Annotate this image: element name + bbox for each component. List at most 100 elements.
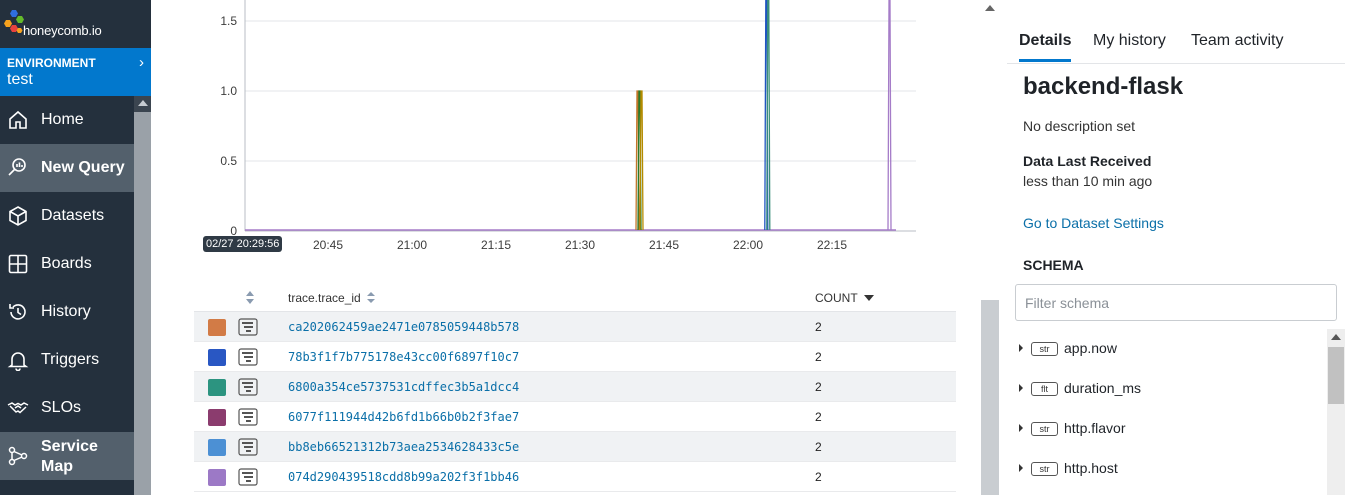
app-root: honeycomb.io ENVIRONMENT test › Home New… xyxy=(0,0,1359,495)
column-header-trace-id[interactable]: trace.trace_id xyxy=(288,291,376,305)
schema-scrollbar[interactable] xyxy=(1327,329,1345,495)
x-tick-label: 21:00 xyxy=(397,238,428,252)
tab-details[interactable]: Details xyxy=(1019,32,1072,62)
count-value: 2 xyxy=(815,440,822,454)
query-icon xyxy=(8,158,26,176)
tab-my-history[interactable]: My history xyxy=(1093,32,1166,50)
series-spike[interactable] xyxy=(766,0,771,231)
nav-item-slos[interactable]: SLOs xyxy=(0,384,134,432)
schema-field-list: str app.now flt duration_ms str http.flavor st… xyxy=(1015,329,1327,495)
trace-waterfall-icon[interactable] xyxy=(238,408,258,426)
count-value: 2 xyxy=(815,320,822,334)
dataset-name: backend-flask xyxy=(1023,73,1184,100)
nav-label-service-map: Service Map xyxy=(41,438,98,475)
trace-id-link[interactable]: bb8eb66521312b73aea2534628433c5e xyxy=(288,440,519,454)
series-color-swatch[interactable] xyxy=(208,379,226,396)
column-header-count-label: COUNT xyxy=(815,291,858,305)
trace-waterfall-icon[interactable] xyxy=(238,468,258,486)
environment-value: test xyxy=(7,71,33,88)
main-scrollbar[interactable] xyxy=(981,0,999,495)
field-name: http.host xyxy=(1064,460,1118,476)
service-map-icon xyxy=(8,446,28,466)
series-spike[interactable] xyxy=(887,0,892,231)
chart-start-time-badge: 02/27 20:29:56 xyxy=(203,236,283,252)
nav-label-history: History xyxy=(41,303,91,320)
nav-item-new-query[interactable]: New Query xyxy=(0,144,134,192)
environment-label: ENVIRONMENT xyxy=(7,56,96,70)
chevron-right-icon: › xyxy=(139,54,144,71)
expand-caret-icon[interactable] xyxy=(1019,424,1023,432)
environment-selector[interactable]: ENVIRONMENT test › xyxy=(0,48,151,96)
trace-id-link[interactable]: ca202062459ae2471e0785059448b578 xyxy=(288,320,519,334)
expand-caret-icon[interactable] xyxy=(1019,464,1023,472)
trace-id-link[interactable]: 6800a354ce5737531cdffec3b5a1dcc4 xyxy=(288,380,519,394)
x-tick-label: 21:30 xyxy=(565,238,596,252)
expand-caret-icon[interactable] xyxy=(1019,344,1023,352)
nav-scrollbar[interactable] xyxy=(134,96,151,495)
sort-icon xyxy=(367,292,376,303)
schema-field[interactable]: str http.flavor xyxy=(1015,409,1327,449)
dataset-description: No description set xyxy=(1023,118,1136,134)
table-body: ca202062459ae2471e0785059448b578 2 78b3f1f… xyxy=(194,312,956,492)
schema-scroll-thumb[interactable] xyxy=(1328,347,1344,404)
scroll-up-icon[interactable] xyxy=(1331,334,1341,340)
y-tick-label: 1.5 xyxy=(220,14,237,28)
nav-label-slos: SLOs xyxy=(41,399,82,416)
brand[interactable]: honeycomb.io xyxy=(0,0,151,48)
nav-item-triggers[interactable]: Triggers xyxy=(0,336,134,384)
scroll-up-icon[interactable] xyxy=(138,100,148,106)
trace-id-link[interactable]: 6077f111944d42b6fd1b66b0b2f3fae7 xyxy=(288,410,519,424)
nav-item-boards[interactable]: Boards xyxy=(0,240,134,288)
schema-field[interactable]: str app.now xyxy=(1015,329,1327,369)
sort-descending-icon xyxy=(863,295,874,301)
trace-id-link[interactable]: 074d290439518cdd8b99a202f3f1bb46 xyxy=(288,470,519,484)
scroll-up-icon[interactable] xyxy=(985,5,995,11)
nav-label-boards: Boards xyxy=(41,255,92,272)
nav-item-home[interactable]: Home xyxy=(0,96,134,144)
table-row[interactable]: ca202062459ae2471e0785059448b578 2 xyxy=(194,312,956,342)
x-tick-label: 21:15 xyxy=(481,238,512,252)
nav-item-history[interactable]: History xyxy=(0,288,134,336)
y-tick-label: 1.0 xyxy=(220,84,237,98)
series-color-swatch[interactable] xyxy=(208,469,226,486)
nav-label-new-query: New Query xyxy=(41,159,125,176)
trace-waterfall-icon[interactable] xyxy=(238,438,258,456)
nav-item-service-map[interactable]: Service Map xyxy=(0,432,134,480)
count-value: 2 xyxy=(815,380,822,394)
bell-icon xyxy=(7,352,29,371)
field-name: duration_ms xyxy=(1064,380,1142,396)
main-scroll-thumb[interactable] xyxy=(981,300,999,495)
schema-field[interactable]: flt duration_ms xyxy=(1015,369,1327,409)
field-name: http.flavor xyxy=(1064,420,1126,436)
expand-caret-icon[interactable] xyxy=(1019,384,1023,392)
x-tick-label: 22:15 xyxy=(817,238,848,252)
series-color-swatch[interactable] xyxy=(208,349,226,366)
table-row[interactable]: 78b3f1f7b775178e43cc00f6897f10c7 2 xyxy=(194,342,956,372)
series-color-swatch[interactable] xyxy=(208,409,226,426)
nav-scroll-thumb[interactable] xyxy=(134,112,151,495)
trace-waterfall-icon[interactable] xyxy=(238,348,258,366)
trace-waterfall-icon[interactable] xyxy=(238,378,258,396)
dataset-settings-link[interactable]: Go to Dataset Settings xyxy=(1023,215,1164,231)
side-tabs: Details My history Team activity xyxy=(1007,0,1345,64)
nav-item-datasets[interactable]: Datasets xyxy=(0,192,134,240)
table-row[interactable]: 074d290439518cdd8b99a202f3f1bb46 2 xyxy=(194,462,956,492)
sort-icon[interactable] xyxy=(246,291,254,304)
table-row[interactable]: 6800a354ce5737531cdffec3b5a1dcc4 2 xyxy=(194,372,956,402)
table-row[interactable]: bb8eb66521312b73aea2534628433c5e 2 xyxy=(194,432,956,462)
schema-field[interactable]: str http.host xyxy=(1015,449,1327,489)
series-color-swatch[interactable] xyxy=(208,319,226,336)
count-value: 2 xyxy=(815,350,822,364)
series-color-swatch[interactable] xyxy=(208,439,226,456)
nav-label-datasets: Datasets xyxy=(41,207,105,224)
trace-waterfall-icon[interactable] xyxy=(238,318,258,336)
tab-team-activity[interactable]: Team activity xyxy=(1191,32,1283,50)
schema-filter-input[interactable] xyxy=(1015,284,1337,321)
table-row[interactable]: 6077f111944d42b6fd1b66b0b2f3fae7 2 xyxy=(194,402,956,432)
trace-id-link[interactable]: 78b3f1f7b775178e43cc00f6897f10c7 xyxy=(288,350,519,364)
y-tick-label: 0.5 xyxy=(220,154,237,168)
chart-svg xyxy=(244,0,916,232)
nav-label-home: Home xyxy=(41,111,84,128)
column-header-count[interactable]: COUNT xyxy=(815,291,874,305)
field-type-badge: str xyxy=(1031,422,1058,436)
